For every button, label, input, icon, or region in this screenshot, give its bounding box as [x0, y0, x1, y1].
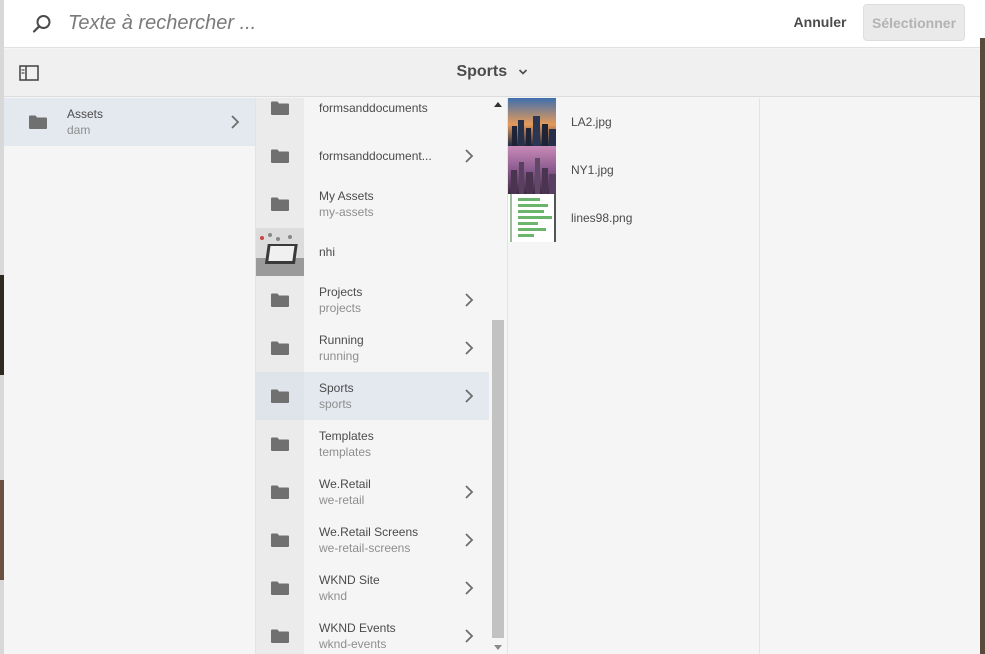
chevron-down-icon [518, 63, 528, 81]
list-item[interactable]: nhi [256, 228, 489, 276]
item-subtitle: templates [319, 445, 372, 459]
folder-icon [256, 324, 304, 372]
search-icon [31, 13, 53, 35]
item-title: WKND Site [319, 573, 380, 587]
folder-icon [256, 612, 304, 654]
chevron-right-icon[interactable] [463, 532, 475, 548]
list-item[interactable]: formsanddocument... [256, 132, 489, 180]
city-skyline-thumbnail [508, 98, 556, 146]
item-subtitle: we-retail-screens [319, 541, 411, 555]
item-title: Projects [319, 285, 363, 299]
list-item[interactable]: We.Retail Screens we-retail-screens [256, 516, 489, 564]
list-item[interactable]: Running running [256, 324, 489, 372]
item-title: Templates [319, 429, 374, 443]
item-title: We.Retail [319, 477, 371, 491]
item-title: formsanddocument... [319, 149, 432, 163]
item-subtitle: wknd-events [319, 637, 387, 651]
list-item[interactable]: My Assets my-assets [256, 180, 489, 228]
list-item[interactable]: Projects projects [256, 276, 489, 324]
cancel-button[interactable]: Annuler [780, 4, 860, 40]
document-lines-thumbnail [508, 194, 556, 242]
scrollbar-thumb[interactable] [492, 320, 504, 638]
search-bar: Annuler Sélectionner [4, 0, 980, 48]
item-title: formsanddocuments [319, 101, 428, 115]
chevron-right-icon[interactable] [463, 148, 475, 164]
background-page-edge-right [980, 38, 985, 654]
item-subtitle: we-retail [319, 493, 365, 507]
list-item[interactable]: We.Retail we-retail [256, 468, 489, 516]
folder-icon [256, 276, 304, 324]
chevron-right-icon[interactable] [463, 388, 475, 404]
page-title[interactable]: Sports [4, 63, 980, 81]
item-subtitle: dam [67, 123, 91, 137]
list-item[interactable]: WKND Site wknd [256, 564, 489, 612]
list-item[interactable]: LA2.jpg [508, 98, 759, 146]
laptop-thumbnail [256, 228, 304, 276]
item-title: lines98.png [571, 211, 633, 225]
item-title: WKND Events [319, 621, 396, 635]
search-input[interactable] [68, 8, 668, 38]
item-title: We.Retail Screens [319, 525, 419, 539]
scroll-up-arrow-icon[interactable] [494, 102, 502, 107]
folder-icon [256, 516, 304, 564]
page-title-label: Sports [456, 63, 508, 81]
chevron-right-icon[interactable] [229, 114, 241, 130]
folder-icon [256, 98, 304, 132]
item-title: NY1.jpg [571, 163, 614, 177]
chevron-right-icon[interactable] [463, 628, 475, 644]
asset-picker-dialog: Annuler Sélectionner Sports Assets da [4, 0, 980, 654]
chevron-right-icon[interactable] [463, 340, 475, 356]
folder-icon [256, 372, 304, 420]
column-empty [760, 98, 980, 654]
select-button[interactable]: Sélectionner [863, 4, 965, 41]
list-item[interactable]: Templates templates [256, 420, 489, 468]
item-title: Sports [319, 381, 354, 395]
city-skyline-thumbnail [508, 146, 556, 194]
item-subtitle: my-assets [319, 205, 374, 219]
folder-icon [256, 468, 304, 516]
item-title: LA2.jpg [571, 115, 612, 129]
folder-icon [256, 132, 304, 180]
column-sports: LA2.jpg NY1.jpg lines98.png [507, 98, 760, 654]
title-bar: Sports [4, 49, 980, 97]
column-root: Assets dam [4, 98, 256, 654]
item-title: Assets [67, 107, 104, 121]
chevron-right-icon[interactable] [463, 292, 475, 308]
list-item[interactable]: formsanddocuments [256, 98, 489, 132]
item-subtitle: projects [319, 301, 362, 315]
column-dam: formsanddocuments formsanddocument... My… [256, 98, 489, 654]
list-item[interactable]: WKND Events wknd-events [256, 612, 489, 654]
item-subtitle: sports [319, 397, 352, 411]
item-title: nhi [319, 245, 336, 259]
chevron-right-icon[interactable] [463, 580, 475, 596]
folder-icon [256, 420, 304, 468]
item-title: Running [319, 333, 364, 347]
folder-icon [256, 180, 304, 228]
list-item[interactable]: lines98.png [508, 194, 759, 242]
list-item[interactable]: Sports sports [256, 372, 489, 420]
chevron-right-icon[interactable] [463, 484, 475, 500]
item-subtitle: running [319, 349, 360, 363]
item-subtitle: wknd [319, 589, 348, 603]
column-scrollbar[interactable] [489, 98, 507, 654]
list-item[interactable]: NY1.jpg [508, 146, 759, 194]
folder-icon [14, 98, 62, 146]
list-item[interactable]: Assets dam [4, 98, 255, 146]
folder-icon [256, 564, 304, 612]
scroll-down-arrow-icon[interactable] [494, 645, 502, 650]
item-title: My Assets [319, 189, 374, 203]
